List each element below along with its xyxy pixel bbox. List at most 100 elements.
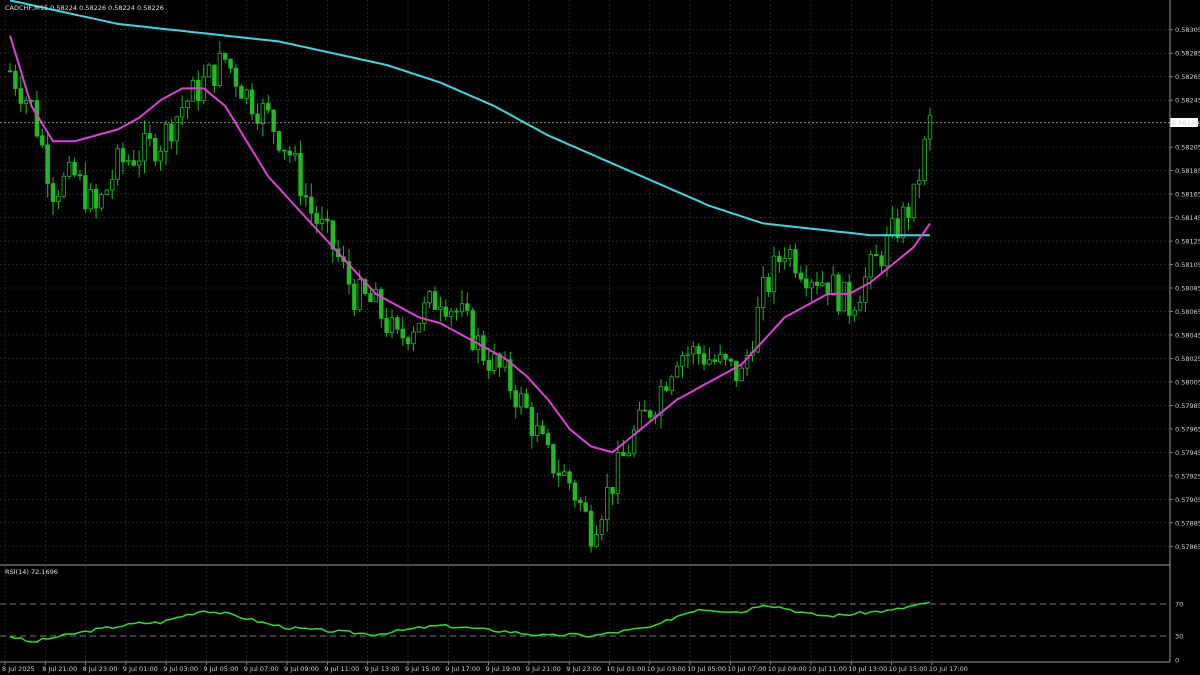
price-tick-label: 0.57905: [1175, 496, 1200, 504]
candle-bull: [518, 393, 524, 408]
time-tick-label: 9 Jul 13:00: [365, 665, 400, 673]
candle-bull: [422, 302, 427, 324]
candle-bull: [890, 218, 895, 236]
candle-bull: [459, 303, 465, 313]
candle-bull: [761, 277, 766, 308]
candle-bear: [153, 138, 158, 162]
candle-bull: [922, 138, 927, 182]
price-tick-label: 0.57945: [1175, 449, 1200, 457]
candle-bear: [847, 281, 852, 316]
candle-bear: [255, 113, 260, 124]
candle-bull: [739, 367, 744, 382]
price-tick-label: 0.58245: [1175, 97, 1200, 105]
candle-bear: [578, 499, 583, 504]
candle-bull: [717, 354, 723, 362]
candle-bull: [685, 353, 691, 357]
candle-bull: [917, 180, 922, 185]
candle-bear: [777, 255, 782, 263]
candle-bull: [179, 107, 185, 118]
candle-bull: [217, 52, 223, 86]
candle-bear: [513, 390, 518, 408]
candle-bear: [432, 291, 438, 310]
rsi-header: RSI(14) 72.1696: [5, 568, 58, 576]
candle-bull: [158, 150, 163, 162]
candle-bear: [583, 502, 588, 512]
symbol-header: CADCHF,M15 0.58224 0.58226 0.58224 0.582…: [5, 4, 164, 12]
candle-bear: [556, 472, 561, 476]
chart-background: [0, 0, 1200, 675]
candle-bull: [389, 317, 395, 334]
candle-bull: [319, 218, 325, 224]
candle-bull: [868, 254, 874, 278]
price-tick-label: 0.58105: [1175, 261, 1200, 269]
candle-bear: [18, 88, 23, 104]
candle-bull: [416, 322, 422, 333]
candle-bull: [56, 195, 61, 202]
candle-bull: [674, 365, 680, 378]
candle-bear: [239, 85, 244, 99]
candle-bull: [771, 255, 777, 293]
time-tick-label: 10 Jul 11:00: [808, 665, 847, 673]
trading-chart[interactable]: 0.583050.582850.582650.582450.582250.582…: [0, 0, 1200, 675]
candle-bear: [798, 272, 804, 280]
candle-bull: [136, 160, 142, 166]
candle-bear: [443, 306, 448, 317]
candle-bull: [23, 99, 29, 104]
candle-bull: [142, 133, 147, 162]
candle-bear: [120, 148, 126, 163]
candle-bear: [701, 353, 707, 365]
candle-bear: [545, 433, 551, 445]
candle-bull: [185, 100, 190, 108]
current-price-label: 0.58226: [1172, 119, 1199, 127]
time-tick-label: 9 Jul 07:00: [244, 665, 279, 673]
price-tick-label: 0.57865: [1175, 543, 1200, 551]
candle-bull: [680, 355, 685, 367]
time-tick-label: 10 Jul 01:00: [607, 665, 646, 673]
time-tick-label: 10 Jul 05:00: [687, 665, 726, 673]
price-tick-label: 0.58205: [1175, 144, 1200, 152]
candle-bear: [648, 410, 653, 418]
candle-bear: [131, 160, 136, 166]
candle-bull: [163, 123, 169, 152]
candle-bear: [83, 175, 88, 210]
candle-bull: [830, 274, 836, 296]
candle-bear: [40, 135, 45, 146]
candle-bear: [712, 359, 717, 362]
candle-bull: [927, 114, 933, 140]
rsi-tick-label: 0: [1175, 657, 1179, 665]
candle-bull: [174, 116, 179, 142]
price-tick-label: 0.58045: [1175, 331, 1200, 339]
candle-bull: [820, 282, 825, 286]
candle-bear: [728, 358, 734, 362]
price-tick-label: 0.58265: [1175, 73, 1200, 81]
price-tick-label: 0.58165: [1175, 191, 1200, 199]
candle-bull: [787, 249, 793, 259]
candle-bear: [233, 67, 239, 87]
price-tick-label: 0.57885: [1175, 519, 1200, 527]
candle-bear: [405, 337, 411, 345]
candle-bear: [804, 278, 809, 289]
candle-bear: [540, 425, 545, 435]
time-tick-label: 9 Jul 11:00: [324, 665, 359, 673]
candle-bear: [45, 144, 50, 184]
candle-bear: [814, 281, 820, 286]
candle-bear: [664, 386, 669, 391]
candle-bear: [793, 249, 798, 274]
candle-bull: [411, 331, 416, 345]
candle-bull: [911, 183, 917, 218]
candle-bear: [524, 393, 529, 408]
price-tick-label: 0.57925: [1175, 472, 1200, 480]
candle-bear: [282, 149, 287, 152]
price-tick-label: 0.58125: [1175, 238, 1200, 246]
candle-bear: [7, 70, 13, 73]
candle-bull: [561, 471, 567, 476]
time-tick-label: 9 Jul 17:00: [445, 665, 480, 673]
time-tick-label: 10 Jul 13:00: [848, 665, 887, 673]
candle-bull: [863, 276, 868, 303]
candle-bear: [196, 79, 201, 102]
time-tick-label: 9 Jul 21:00: [526, 665, 561, 673]
candle-bear: [93, 188, 99, 209]
candle-bear: [642, 409, 648, 412]
candle-bear: [223, 52, 228, 60]
candle-bear: [309, 196, 314, 214]
